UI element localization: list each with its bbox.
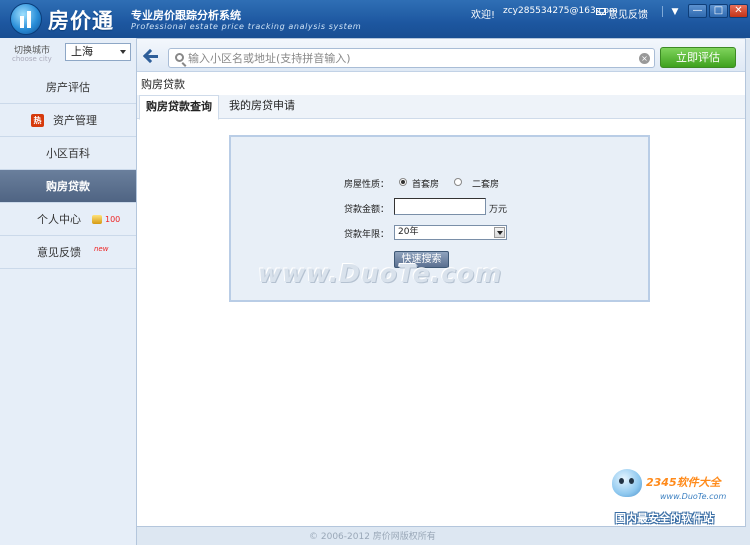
- years-select-value: 20年: [398, 227, 419, 237]
- tab-loan-query[interactable]: 购房贷款查询: [139, 95, 219, 120]
- sidebar-item-label: 小区百科: [46, 147, 90, 160]
- minimize-button[interactable]: —: [688, 4, 707, 18]
- feedback-link[interactable]: 意见反馈: [608, 6, 648, 21]
- brand-url: www.DuoTe.com: [660, 492, 727, 501]
- sidebar-nav: 房产评估 热 资产管理 小区百科 购房贷款 个人中心 100 意见反馈 new: [0, 71, 136, 269]
- watermark: www.DuoTe.com: [258, 259, 503, 288]
- property-type-label: 房屋性质：: [344, 180, 390, 190]
- restore-button[interactable]: □: [709, 4, 728, 18]
- section-title: 购房贷款: [141, 78, 185, 91]
- second-home-label: 二套房: [472, 180, 500, 190]
- sidebar-item-evaluate[interactable]: 房产评估: [0, 71, 136, 104]
- amount-unit: 万元: [489, 205, 508, 215]
- second-home-radio[interactable]: [454, 178, 462, 186]
- sidebar-item-label: 资产管理: [53, 114, 97, 127]
- sidebar-item-label: 个人中心: [37, 213, 81, 226]
- first-home-radio[interactable]: [399, 178, 407, 186]
- welcome-text: 欢迎!: [471, 10, 496, 21]
- amount-input[interactable]: [394, 198, 486, 215]
- mascot-icon: [612, 469, 642, 497]
- years-select[interactable]: 20年: [394, 225, 507, 240]
- new-badge: new: [94, 245, 109, 253]
- city-label-en: choose city: [12, 55, 52, 63]
- chevron-down-icon: [120, 50, 126, 54]
- amount-label: 贷款金额：: [344, 205, 390, 215]
- app-slogan-en: Professional estate price tracking analy…: [131, 22, 362, 31]
- app-slogan: 专业房价跟踪分析系统: [131, 9, 241, 22]
- sidebar-item-label: 房产评估: [46, 81, 90, 94]
- dropdown-arrow-icon: [494, 227, 505, 238]
- city-select-value: 上海: [71, 45, 93, 58]
- years-label: 贷款年限：: [344, 230, 390, 240]
- clear-icon[interactable]: ×: [639, 53, 650, 64]
- divider: [662, 6, 663, 17]
- sidebar-item-community[interactable]: 小区百科: [0, 137, 136, 170]
- sidebar-item-feedback[interactable]: 意见反馈 new: [0, 236, 136, 269]
- sidebar-item-label: 购房贷款: [46, 180, 90, 193]
- back-arrow-icon[interactable]: [144, 48, 160, 64]
- first-home-label: 首套房: [412, 180, 440, 190]
- sidebar-item-personal[interactable]: 个人中心 100: [0, 203, 136, 236]
- title-bar: 房价通 专业房价跟踪分析系统 Professional estate price…: [0, 0, 750, 38]
- close-button[interactable]: ✕: [729, 4, 748, 18]
- city-select[interactable]: 上海: [65, 43, 131, 61]
- brand-name: 2345软件大全: [646, 476, 721, 489]
- footer-copyright: © 2006-2012 房价网版权所有: [309, 532, 436, 542]
- sidebar-item-label: 意见反馈: [37, 246, 81, 259]
- gold-coin-icon: [92, 215, 102, 224]
- tab-my-loan-applications[interactable]: 我的房贷申请: [223, 95, 301, 119]
- envelope-icon: [596, 8, 606, 15]
- search-input[interactable]: [188, 50, 628, 66]
- sidebar-item-assets[interactable]: 热 资产管理: [0, 104, 136, 137]
- points-badge: 100: [105, 215, 121, 224]
- menu-arrow-icon[interactable]: ▼: [668, 6, 682, 18]
- search-icon: [175, 53, 184, 62]
- sidebar: 切换城市 choose city 上海 房产评估 热 资产管理 小区百科 购房贷…: [0, 38, 137, 545]
- search-box: ×: [168, 48, 655, 68]
- toolbar: × 立即评估: [137, 39, 745, 72]
- sidebar-item-loan[interactable]: 购房贷款: [0, 170, 136, 203]
- hot-badge-icon: 热: [31, 114, 44, 127]
- app-logo-icon: [10, 3, 42, 35]
- brand-slogan: 国内最安全的软件站: [615, 512, 714, 525]
- app-logo-text: 房价通: [48, 8, 114, 33]
- evaluate-button[interactable]: 立即评估: [660, 47, 736, 68]
- tab-bar: 购房贷款查询 我的房贷申请: [137, 95, 745, 120]
